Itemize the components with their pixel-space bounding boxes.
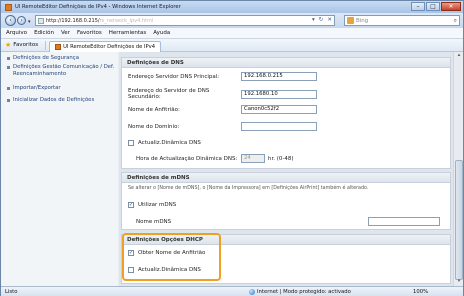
use-mdns-row: ✓ Utilizar mDNS [128,202,176,208]
star-icon: ★ [5,40,12,49]
sidebar: Definições de Segurança Definições Gestã… [1,52,118,286]
dns-interval-row: Hora de Actualização Dinâmica DNS: 24 hr… [136,154,294,163]
field-label: Endereço Servidor DNS Principal: [128,73,220,80]
mdns-section: Definições de mDNS Se alterar o [Nome de… [121,172,451,230]
dns-primary-field[interactable]: 192.168.0.215 [241,72,317,81]
sidebar-item-label: Importar/Exportar [13,85,61,91]
bullet-icon [7,87,10,90]
bullet-icon [7,66,10,69]
checkbox-label: Utilizar mDNS [138,202,177,208]
recent-pages-icon[interactable]: ▾ [28,19,31,25]
site-icon [55,43,62,50]
section-heading: Definições de DNS [122,58,450,68]
dns-secondary-row: Endereço do Servidor de DNS Secundário: … [128,88,317,100]
bullet-icon [7,57,10,60]
menu-bar: Arquivo Edición Ver Favoritos Herramient… [1,28,463,39]
sidebar-item-security[interactable]: Definições de Segurança [7,55,79,62]
bullet-icon [7,99,10,102]
dns-dynamic-checkbox[interactable] [128,140,134,146]
dns-dynamic-row: Actualiz.Dinâmica DNS [128,140,201,146]
zoom-level[interactable]: 100% [413,289,428,295]
mdns-name-field[interactable] [368,217,440,226]
bing-icon [347,17,354,24]
address-bar: ‹ › ▾ http://192.168.0.215/rs_network_ip… [1,13,463,28]
menu-edit[interactable]: Edición [34,30,54,36]
page-icon [38,17,44,24]
sidebar-item-label: Definições de Segurança [13,55,79,61]
section-heading: Definições de mDNS [122,173,450,183]
url-tools: ▾ ↻ ✕ [312,17,332,23]
field-label: Nome mDNS [136,218,172,225]
window-title: UI RemoteEditor Definições de IPv4 - Win… [15,4,181,10]
divider [45,40,47,50]
search-input[interactable]: Bing ⌕ [344,15,460,26]
scroll-thumb[interactable] [455,160,463,280]
maximize-button[interactable]: □ [426,2,440,11]
security-zone[interactable]: Internet | Modo protegido: activado [249,289,351,295]
zone-text: Internet | Modo protegido: activado [257,289,351,295]
scroll-down-icon[interactable]: ▾ [455,278,463,286]
dns-section: Definições de DNS Endereço Servidor DNS … [121,57,451,169]
domain-name-field[interactable] [241,122,317,131]
favorites-bar: ★ Favoritos UI RemoteEditor Definições d… [1,39,463,52]
dns-secondary-field[interactable]: 192.1680.10 [241,89,317,99]
host-name-field[interactable]: Canon0c52f2 [241,105,317,114]
forward-button[interactable]: › [17,16,26,25]
interval-unit: hr. (0-48) [268,155,294,162]
minimize-button[interactable]: – [411,2,425,11]
window-controls: – □ ✕ [411,2,461,11]
menu-tools[interactable]: Herramientas [109,30,146,36]
field-label: Endereço do Servidor de DNS Secundário: [128,88,210,100]
menu-favorites[interactable]: Favoritos [77,30,102,36]
app-icon [5,3,12,11]
url-text: http://192.168.0.215/rs_network_ipv4.htm… [46,17,154,24]
checkbox-label: Actualiz.Dinâmica DNS [138,140,201,146]
refresh-icon[interactable]: ↻ [319,17,324,23]
url-input[interactable]: http://192.168.0.215/rs_network_ipv4.htm… [35,15,335,26]
sidebar-item-communication[interactable]: Definições Gestão Comunicação / Def. Ree… [7,64,115,77]
status-bar: Listo Internet | Modo protegido: activad… [1,286,463,296]
page-content: Definições de Segurança Definições Gestã… [1,52,463,286]
vertical-scrollbar[interactable]: ▴ ▾ [453,52,463,286]
use-mdns-checkbox[interactable]: ✓ [128,202,134,208]
dns-interval-field[interactable]: 24 [241,154,265,163]
stop-icon[interactable]: ✕ [327,17,332,23]
sidebar-item-label: Inicializar Dados de Definições [13,97,95,103]
sidebar-item-initialize[interactable]: Inicializar Dados de Definições [7,97,94,104]
field-label: Nome de Anfitrião: [128,106,180,113]
highlight-frame [122,233,221,281]
scroll-up-icon[interactable]: ▴ [455,52,463,60]
mdns-note: Se alterar o [Nome de mDNS], o [Nome da … [128,186,369,191]
title-bar: UI RemoteEditor Definições de IPv4 - Win… [1,1,463,13]
tab-title: UI RemoteEditor Definições de IPv4 [63,43,156,50]
sidebar-item-import-export[interactable]: Importar/Exportar [7,85,61,92]
favorites-button[interactable]: ★ Favoritos [1,40,42,50]
field-label: Nome do Domínio: [128,123,180,130]
mdns-name-row: Nome mDNS [136,217,440,226]
field-label: Hora de Actualização Dinâmica DNS: [136,155,238,162]
search-placeholder: Bing [356,17,369,24]
dns-primary-row: Endereço Servidor DNS Principal: 192.168… [128,72,317,81]
search-icon[interactable]: ⌕ [454,17,457,25]
host-name-row: Nome de Anfitrião: Canon0c52f2 [128,105,317,114]
sidebar-item-label: Definições Gestão Comunicação / Def. Ree… [13,64,115,77]
menu-help[interactable]: Ayuda [153,30,170,36]
menu-file[interactable]: Arquivo [6,30,27,36]
menu-view[interactable]: Ver [61,30,70,36]
browser-window: UI RemoteEditor Definições de IPv4 - Win… [0,0,464,296]
domain-name-row: Nome do Domínio: [128,122,317,131]
close-button[interactable]: ✕ [441,2,461,11]
back-button[interactable]: ‹ [5,15,16,26]
status-text: Listo [5,289,18,295]
tab-current[interactable]: UI RemoteEditor Definições de IPv4 [49,40,162,52]
favorites-label: Favoritos [13,42,39,48]
dropdown-icon[interactable]: ▾ [312,17,315,23]
globe-icon [249,289,255,295]
